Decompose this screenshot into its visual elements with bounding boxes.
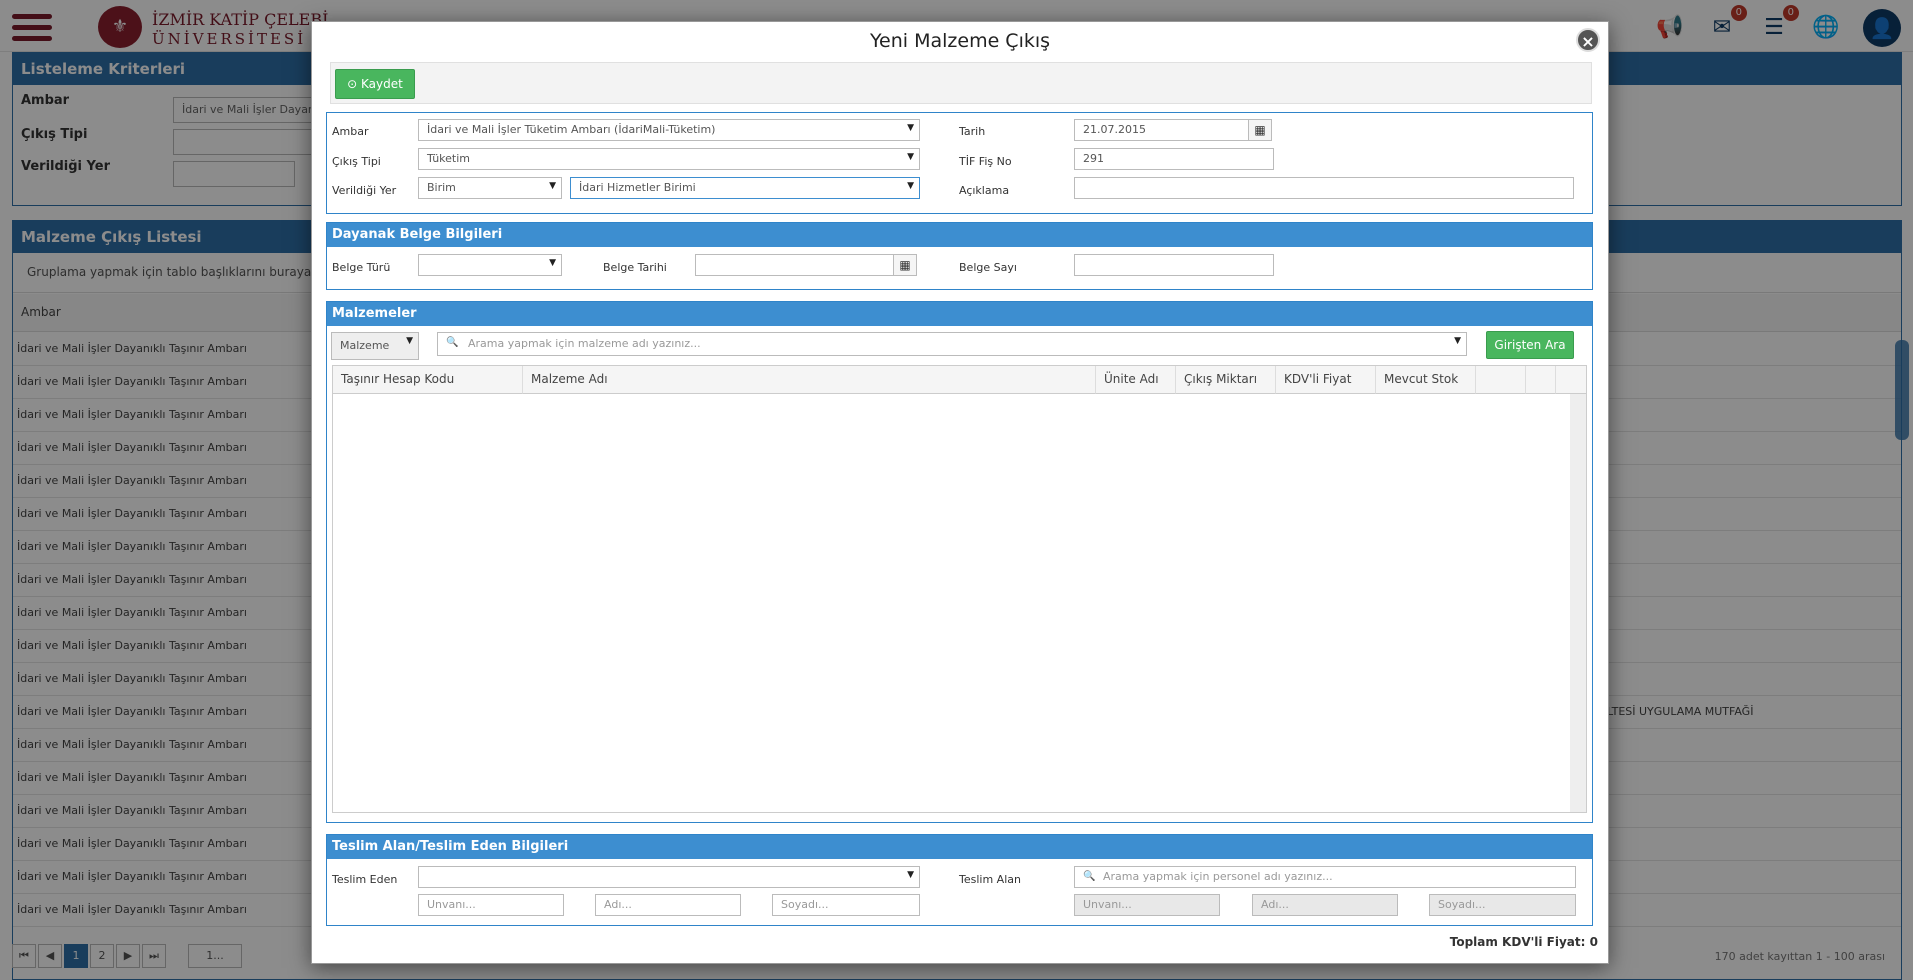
teslim-eden-adi-input[interactable]: Adı... [595, 894, 741, 916]
ambar-select[interactable]: İdari ve Mali İşler Tüketim Ambarı (İdar… [418, 119, 920, 141]
teslim-eden-unvan-input[interactable]: Unvanı... [418, 894, 564, 916]
tif-input[interactable]: 291 [1074, 148, 1274, 170]
search-icon: 🔍 [446, 337, 459, 348]
aciklama-label: Açıklama [959, 184, 1010, 197]
tarih-label: Tarih [959, 125, 986, 138]
teslim-title: Teslim Alan/Teslim Eden Bilgileri [327, 835, 1592, 859]
calendar-icon[interactable]: ▦ [893, 254, 917, 276]
col-action-3 [1556, 366, 1586, 394]
ambar-label: Ambar [332, 125, 369, 138]
col-unite-adi[interactable]: Ünite Adı [1096, 366, 1176, 394]
total-price: Toplam KDV'li Fiyat: 0 [1450, 935, 1598, 949]
cikis-tipi-select[interactable]: Tüketim [418, 148, 920, 170]
dialog-toolbar: ⊙ Kaydet [330, 62, 1592, 104]
teslim-alan-placeholder: Arama yapmak için personel adı yazınız..… [1103, 870, 1333, 883]
verildigi-yer-select[interactable]: İdari Hizmetler Birimi [570, 177, 920, 199]
total-label: Toplam KDV'li Fiyat: [1449, 935, 1586, 949]
col-action-2 [1526, 366, 1556, 394]
col-malzeme-adi[interactable]: Malzeme Adı [523, 366, 1096, 394]
materials-grid: Taşınır Hesap Kodu Malzeme Adı Ünite Adı… [332, 365, 1587, 813]
main-info-section: Ambar İdari ve Mali İşler Tüketim Ambarı… [326, 112, 1593, 214]
belge-sayi-label: Belge Sayı [959, 261, 1017, 274]
malzeme-search-input[interactable]: 🔍 Arama yapmak için malzeme adı yazınız.… [437, 332, 1467, 356]
verildigi-yer-label: Verildiği Yer [332, 184, 397, 197]
new-material-exit-dialog: Yeni Malzeme Çıkış × ⊙ Kaydet Ambar İdar… [311, 21, 1609, 964]
malzemeler-title: Malzemeler [327, 302, 1592, 326]
col-action-1 [1476, 366, 1526, 394]
cikis-tipi-label: Çıkış Tipi [332, 155, 381, 168]
dayanak-section: Dayanak Belge Bilgileri Belge Türü Belge… [326, 222, 1593, 290]
tif-label: TİF Fiş No [959, 155, 1012, 168]
col-mevcut-stok[interactable]: Mevcut Stok [1376, 366, 1476, 394]
verildigi-yer-type-select[interactable]: Birim [418, 177, 562, 199]
teslim-eden-label: Teslim Eden [332, 873, 398, 886]
belge-turu-label: Belge Türü [332, 261, 391, 274]
belge-sayi-input[interactable] [1074, 254, 1274, 276]
grid-scrollbar[interactable] [1570, 394, 1586, 812]
col-kdvli-fiyat[interactable]: KDV'li Fiyat [1276, 366, 1376, 394]
search-icon: 🔍 [1083, 871, 1096, 882]
save-button[interactable]: ⊙ Kaydet [335, 69, 415, 99]
teslim-eden-select[interactable] [418, 866, 920, 888]
teslim-alan-adi-input: Adı... [1252, 894, 1398, 916]
save-label: Kaydet [361, 77, 403, 91]
col-tasinir-hesap-kodu[interactable]: Taşınır Hesap Kodu [333, 366, 523, 394]
belge-turu-select[interactable] [418, 254, 562, 276]
aciklama-input[interactable] [1074, 177, 1574, 199]
teslim-alan-label: Teslim Alan [959, 873, 1021, 886]
close-icon[interactable]: × [1576, 28, 1600, 52]
malzemeler-section: Malzemeler Malzeme 🔍 Arama yapmak için m… [326, 301, 1593, 823]
col-cikis-miktari[interactable]: Çıkış Miktarı [1176, 366, 1276, 394]
dialog-title: Yeni Malzeme Çıkış [869, 30, 1051, 52]
teslim-section: Teslim Alan/Teslim Eden Bilgileri Teslim… [326, 834, 1593, 926]
teslim-alan-search-input[interactable]: 🔍 Arama yapmak için personel adı yazınız… [1074, 866, 1576, 888]
belge-tarihi-label: Belge Tarihi [603, 261, 667, 274]
girisden-ara-button[interactable]: Girişten Ara [1486, 331, 1574, 359]
belge-tarihi-input[interactable] [695, 254, 895, 276]
malzeme-type-select[interactable]: Malzeme [331, 332, 419, 360]
total-value: 0 [1589, 935, 1598, 949]
malzeme-search-placeholder: Arama yapmak için malzeme adı yazınız... [468, 337, 701, 350]
tarih-input[interactable]: 21.07.2015 [1074, 119, 1249, 141]
dayanak-title: Dayanak Belge Bilgileri [327, 223, 1592, 247]
teslim-alan-soyadi-input: Soyadı... [1429, 894, 1576, 916]
teslim-eden-soyadi-input[interactable]: Soyadı... [772, 894, 920, 916]
teslim-alan-unvan-input: Unvanı... [1074, 894, 1220, 916]
calendar-icon[interactable]: ▦ [1248, 119, 1272, 141]
